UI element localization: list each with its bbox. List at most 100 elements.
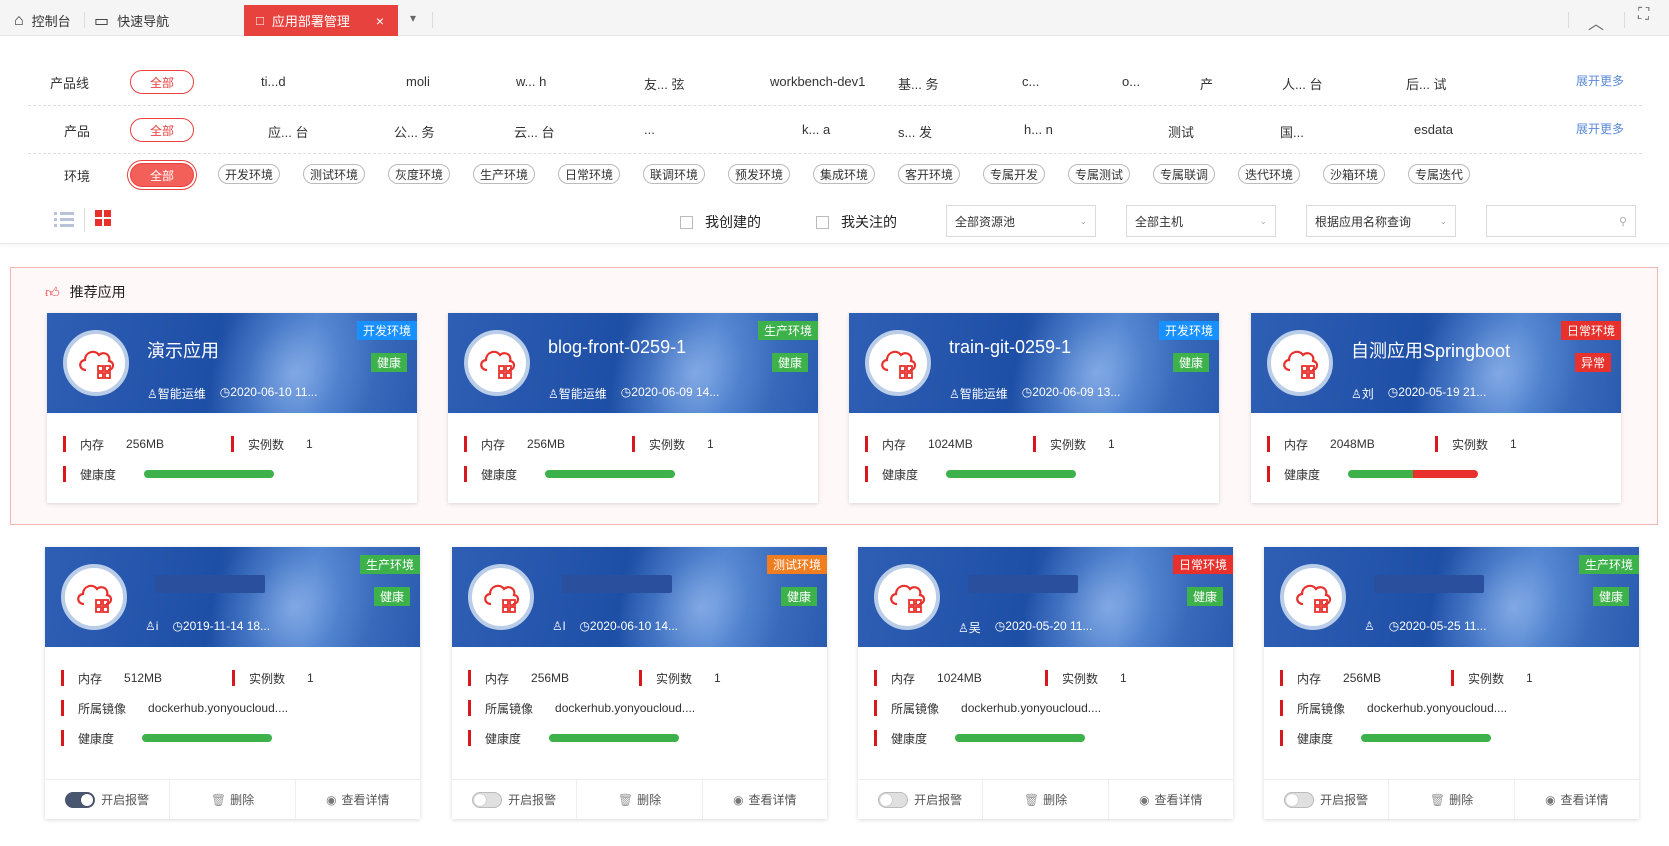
app-card[interactable]: blog-front-0259-1 ♙智能运维 ◷2020-06-09 14... 生… <box>448 313 818 503</box>
app-card[interactable]: 演示应用 ♙智能运维 ◷2020-06-10 11... 开发环境 健康 内存 256MB 实… <box>47 313 417 503</box>
app-name[interactable]: 演示应用 <box>147 337 219 363</box>
filter-item[interactable]: 应... 台 <box>268 122 308 141</box>
checkbox-box[interactable] <box>816 215 829 229</box>
filter-item[interactable]: w... h <box>516 74 546 89</box>
search-icon[interactable]: ⚲ <box>1619 215 1627 228</box>
filter-item[interactable]: ti...d <box>261 74 286 89</box>
filter-item[interactable]: h... n <box>1024 122 1053 137</box>
app-name[interactable]: 自测应用Springboot <box>1351 337 1510 363</box>
filter-item[interactable]: esdata <box>1414 122 1453 137</box>
delete-button[interactable]: 🗑︎ 删除 <box>170 780 296 819</box>
query-type-select[interactable]: 根据应用名称查询 ⌄ <box>1306 205 1456 237</box>
app-card[interactable]: ♙吴 ◷2020-05-20 11... 日常环境 健康 内存 1024MB 实例数 1 所属镜… <box>858 547 1233 819</box>
env-filter-pill[interactable]: 迭代环境 <box>1238 164 1301 184</box>
eye-icon: ◉ <box>1545 792 1556 807</box>
grid-view-icon[interactable] <box>95 210 111 229</box>
resource-pool-select[interactable]: 全部资源池 ⌄ <box>946 205 1096 237</box>
alarm-toggle[interactable]: 开启报警 <box>1264 780 1390 819</box>
memory-label: 内存 <box>485 671 510 686</box>
filter-all-button[interactable]: 全部 <box>130 163 194 187</box>
view-details-button[interactable]: ◉ 查看详情 <box>1109 780 1233 819</box>
instances-row: 实例数 1 <box>639 670 721 686</box>
delete-button[interactable]: 🗑︎ 删除 <box>577 780 703 819</box>
app-card[interactable]: 自测应用Springboot ♙刘 ◷2020-05-19 21... 日常环境 异常内… <box>1251 313 1621 503</box>
expand-more-link[interactable]: 展开更多 <box>1576 120 1624 137</box>
delete-button[interactable]: 🗑︎ 删除 <box>1389 780 1515 819</box>
view-details-button[interactable]: ◉ 查看详情 <box>1515 780 1639 819</box>
filter-all-button[interactable]: 全部 <box>130 118 194 142</box>
env-filter-pill[interactable]: 测试环境 <box>303 164 366 184</box>
my-followed-checkbox[interactable]: 我关注的 <box>816 212 897 232</box>
env-filter-pill[interactable]: 专属联调 <box>1153 164 1216 184</box>
checkbox-box[interactable] <box>680 215 693 229</box>
filter-item[interactable]: k... a <box>802 122 830 137</box>
filter-item[interactable]: 友... 弦 <box>644 74 684 93</box>
search-input[interactable]: ⚲ <box>1486 205 1636 237</box>
filter-item[interactable]: workbench-dev1 <box>770 74 865 89</box>
filter-item[interactable]: ... <box>644 122 655 137</box>
expand-more-link[interactable]: 展开更多 <box>1576 72 1624 89</box>
alarm-toggle[interactable]: 开启报警 <box>452 780 578 819</box>
toggle-switch[interactable] <box>65 791 96 808</box>
filter-item[interactable]: 产 <box>1200 74 1213 93</box>
health-progress-bar <box>545 470 675 478</box>
filter-item[interactable]: 基... 务 <box>898 74 938 93</box>
view-details-button[interactable]: ◉ 查看详情 <box>296 780 420 819</box>
fullscreen-icon[interactable]: ⛶ <box>1638 6 1649 24</box>
clock-icon: ◷ <box>1021 385 1033 399</box>
filter-item[interactable]: c... <box>1022 74 1039 89</box>
close-icon[interactable]: × <box>376 13 384 29</box>
checkbox-label: 我关注的 <box>841 214 897 230</box>
env-filter-pill[interactable]: 生产环境 <box>473 164 536 184</box>
env-filter-pill[interactable]: 专属开发 <box>983 164 1046 184</box>
toggle-switch[interactable] <box>1284 791 1315 808</box>
filter-item[interactable]: o... <box>1122 74 1140 89</box>
toggle-switch[interactable] <box>878 791 909 808</box>
app-card[interactable]: train-git-0259-1 ♙智能运维 ◷2020-06-09 13... 开发… <box>849 313 1219 503</box>
env-filter-pill[interactable]: 预发环境 <box>728 164 791 184</box>
app-name[interactable]: blog-front-0259-1 <box>548 337 686 358</box>
tab-quick-nav[interactable]: ▭ 快速导航 <box>94 5 169 36</box>
filter-all-button[interactable]: 全部 <box>130 70 194 94</box>
env-filter-pill[interactable]: 开发环境 <box>218 164 281 184</box>
image-value: dockerhub.yonyoucloud.... <box>961 701 1102 715</box>
env-filter-pill[interactable]: 灰度环境 <box>388 164 451 184</box>
collapse-icon[interactable]: ︿ <box>1588 10 1604 34</box>
health-label: 健康度 <box>78 731 115 746</box>
owner-text: 刘 <box>1361 387 1374 401</box>
host-select[interactable]: 全部主机 ⌄ <box>1126 205 1276 237</box>
toggle-switch[interactable] <box>472 791 503 808</box>
filter-item[interactable]: 测试 <box>1168 122 1194 141</box>
app-card[interactable]: ♙l ◷2020-06-10 14... 测试环境 健康 内存 256MB 实例数 1 所属镜像… <box>452 547 827 819</box>
filter-item[interactable]: moli <box>406 74 430 89</box>
env-filter-pill[interactable]: 客开环境 <box>898 164 961 184</box>
list-view-icon[interactable] <box>54 210 74 231</box>
env-filter-pill[interactable]: 日常环境 <box>558 164 621 184</box>
filter-item[interactable]: 公... 务 <box>394 122 434 141</box>
env-filter-pill[interactable]: 沙箱环境 <box>1323 164 1386 184</box>
env-filter-pill[interactable]: 集成环境 <box>813 164 876 184</box>
app-name[interactable]: train-git-0259-1 <box>949 337 1071 358</box>
instances-row: 实例数 1 <box>1435 436 1517 452</box>
tab-app-deploy[interactable]: □ 应用部署管理 × <box>244 5 398 36</box>
time-text: 2020-05-19 21... <box>1398 385 1487 399</box>
alarm-toggle[interactable]: 开启报警 <box>45 780 171 819</box>
filter-item[interactable]: 后... 试 <box>1406 74 1446 93</box>
env-filter-pill[interactable]: 专属迭代 <box>1408 164 1471 184</box>
delete-button[interactable]: 🗑︎ 删除 <box>983 780 1109 819</box>
owner-text: 吴 <box>968 621 981 635</box>
app-card[interactable]: ♙ ◷2020-05-25 11... 生产环境 健康 内存 256MB 实例数 1 所属镜像 d… <box>1264 547 1639 819</box>
env-filter-pill[interactable]: 专属测试 <box>1068 164 1131 184</box>
env-filter-pill[interactable]: 联调环境 <box>643 164 706 184</box>
tab-console[interactable]: ⌂ 控制台 <box>14 5 71 36</box>
filter-item[interactable]: 云... 台 <box>514 122 554 141</box>
filter-item[interactable]: 国... <box>1280 122 1304 141</box>
tab-dropdown-icon[interactable]: ▾ <box>410 11 416 25</box>
app-card[interactable]: ♙i ◷2019-11-14 18... 生产环境 健康 内存 512MB 实例数 1 所属镜像… <box>45 547 420 819</box>
alarm-toggle[interactable]: 开启报警 <box>858 780 984 819</box>
my-created-checkbox[interactable]: 我创建的 <box>680 212 761 232</box>
view-details-button[interactable]: ◉ 查看详情 <box>703 780 827 819</box>
filter-item[interactable]: 人... 台 <box>1282 74 1322 93</box>
delete-label: 删除 <box>230 793 255 807</box>
filter-item[interactable]: s... 发 <box>898 122 932 141</box>
